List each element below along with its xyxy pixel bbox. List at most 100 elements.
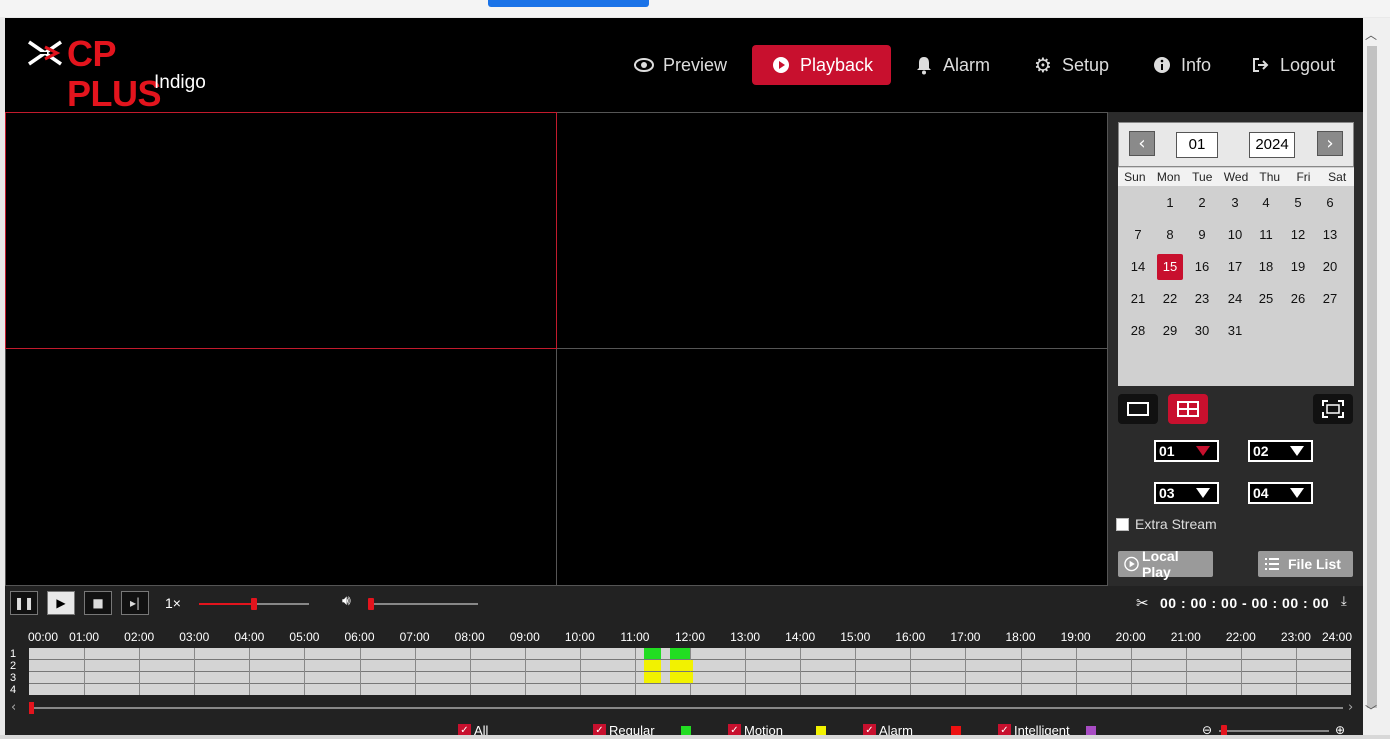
local-play-button[interactable]: Local Play [1118, 548, 1213, 580]
zoom-slider[interactable] [1219, 725, 1329, 735]
video-tile-1[interactable] [5, 112, 557, 349]
calendar-day[interactable]: 6 [1317, 190, 1343, 216]
legend-alarm[interactable]: ✓ Alarm [863, 723, 913, 735]
calendar-day[interactable]: 5 [1285, 190, 1311, 216]
channel-select-1[interactable]: 01 [1154, 440, 1219, 462]
month-field[interactable]: 01 [1176, 132, 1218, 158]
calendar-day[interactable]: 29 [1157, 318, 1183, 344]
extra-stream-checkbox[interactable] [1116, 517, 1129, 531]
timeline-scroll-knob[interactable] [29, 702, 34, 714]
calendar-day[interactable]: 11 [1253, 222, 1279, 248]
nav-preview[interactable]: Preview [633, 45, 727, 85]
zoom-slider-knob[interactable] [1221, 725, 1227, 735]
legend-motion[interactable]: ✓ Motion [728, 723, 783, 735]
calendar-day[interactable]: 17 [1222, 254, 1248, 280]
calendar-day[interactable]: 14 [1125, 254, 1151, 280]
download-icon[interactable]: ⤓ [1341, 594, 1347, 609]
scrollbar-thumb[interactable] [1367, 46, 1377, 708]
video-tile-2[interactable] [556, 112, 1108, 349]
legend-all[interactable]: ✓ All [458, 723, 488, 735]
nav-alarm[interactable]: Alarm [913, 45, 990, 85]
calendar-day[interactable]: 27 [1317, 286, 1343, 312]
browser-top-button[interactable] [488, 0, 649, 7]
nav-playback[interactable]: Playback [752, 45, 892, 85]
calendar-day[interactable]: 21 [1125, 286, 1151, 312]
single-view-button[interactable] [1118, 394, 1158, 424]
checkbox-checked-icon[interactable]: ✓ [593, 724, 606, 735]
calendar-day[interactable]: 31 [1222, 318, 1248, 344]
scissors-icon[interactable]: ✂ [1136, 594, 1149, 612]
calendar-day[interactable]: 16 [1189, 254, 1215, 280]
record-segment-motion[interactable] [669, 660, 693, 671]
calendar-day[interactable]: 18 [1253, 254, 1279, 280]
calendar-day[interactable]: 1 [1157, 190, 1183, 216]
calendar-day[interactable]: 19 [1285, 254, 1311, 280]
channel-select-3[interactable]: 03 [1154, 482, 1219, 504]
checkbox-checked-icon[interactable]: ✓ [458, 724, 471, 735]
legend-intelligent[interactable]: ✓ Intelligent [998, 723, 1070, 735]
calendar-day[interactable]: 4 [1253, 190, 1279, 216]
record-segment-motion[interactable] [644, 660, 661, 671]
zoom-out-icon[interactable]: ⊖ [1202, 723, 1212, 735]
record-segment-motion[interactable] [644, 672, 661, 683]
nav-setup[interactable]: ⚙ Setup [1032, 45, 1109, 85]
nav-info[interactable]: Info [1151, 45, 1211, 85]
speed-slider[interactable] [199, 598, 309, 610]
play-button[interactable]: ▶ [47, 591, 75, 615]
timeline-left-arrow[interactable]: ‹ [11, 700, 16, 715]
nav-logout[interactable]: Logout [1250, 45, 1335, 85]
record-segment-regular[interactable] [644, 648, 661, 659]
calendar-day[interactable]: 23 [1189, 286, 1215, 312]
extra-stream-option[interactable]: Extra Stream [1116, 516, 1356, 532]
scroll-up-icon[interactable]: ︿ [1365, 26, 1377, 43]
calendar-day[interactable]: 15 [1157, 254, 1183, 280]
calendar-day[interactable]: 28 [1125, 318, 1151, 344]
pause-button[interactable]: ❚❚ [10, 591, 38, 615]
timeline-zoom-scroll[interactable] [29, 702, 1343, 714]
channel-select-4[interactable]: 04 [1248, 482, 1313, 504]
volume-slider[interactable] [368, 598, 478, 610]
calendar-day[interactable]: 20 [1317, 254, 1343, 280]
file-list-button[interactable]: File List [1258, 551, 1353, 577]
record-segment-motion[interactable] [669, 672, 693, 683]
next-frame-button[interactable]: ▸| [121, 591, 149, 615]
record-segment-regular[interactable] [669, 648, 690, 659]
calendar-day[interactable]: 25 [1253, 286, 1279, 312]
volume-slider-knob[interactable] [368, 598, 374, 610]
calendar-day[interactable]: 10 [1222, 222, 1248, 248]
prev-month-button[interactable]: ‹ [1129, 131, 1155, 156]
calendar-day[interactable]: 24 [1222, 286, 1248, 312]
volume-icon[interactable]: 🔊︎ [342, 593, 351, 609]
stop-button[interactable]: ■ [84, 591, 112, 615]
legend-regular[interactable]: ✓ Regular [593, 723, 655, 735]
calendar-day[interactable]: 9 [1189, 222, 1215, 248]
timeline-right-arrow[interactable]: › [1348, 700, 1353, 715]
speed-slider-knob[interactable] [251, 598, 257, 610]
calendar-day[interactable]: 13 [1317, 222, 1343, 248]
page-scrollbar[interactable]: ︿ ﹀ [1363, 18, 1390, 735]
next-month-button[interactable]: › [1317, 131, 1343, 156]
weekday-label: Mon [1156, 170, 1181, 184]
calendar-day[interactable]: 8 [1157, 222, 1183, 248]
calendar-day[interactable]: 30 [1189, 318, 1215, 344]
dropdown-arrow-icon [1290, 446, 1304, 456]
scroll-down-icon[interactable]: ﹀ [1365, 702, 1377, 719]
calendar-day[interactable]: 22 [1157, 286, 1183, 312]
zoom-in-icon[interactable]: ⊕ [1335, 723, 1345, 735]
calendar-day[interactable]: 7 [1125, 222, 1151, 248]
calendar-day[interactable]: 2 [1189, 190, 1215, 216]
year-field[interactable]: 2024 [1249, 132, 1295, 158]
video-tile-4[interactable] [556, 348, 1108, 586]
timeline-tracks[interactable] [29, 648, 1351, 695]
fullscreen-button[interactable] [1313, 394, 1353, 424]
checkbox-checked-icon[interactable]: ✓ [998, 724, 1011, 735]
video-tile-3[interactable] [5, 348, 557, 586]
checkbox-checked-icon[interactable]: ✓ [863, 724, 876, 735]
calendar-day[interactable]: 3 [1222, 190, 1248, 216]
channel-select-2[interactable]: 02 [1248, 440, 1313, 462]
quad-view-button[interactable] [1168, 394, 1208, 424]
calendar-day[interactable]: 12 [1285, 222, 1311, 248]
checkbox-checked-icon[interactable]: ✓ [728, 724, 741, 735]
calendar-day[interactable]: 26 [1285, 286, 1311, 312]
timeline-hour-label: 21:00 [1170, 630, 1201, 644]
